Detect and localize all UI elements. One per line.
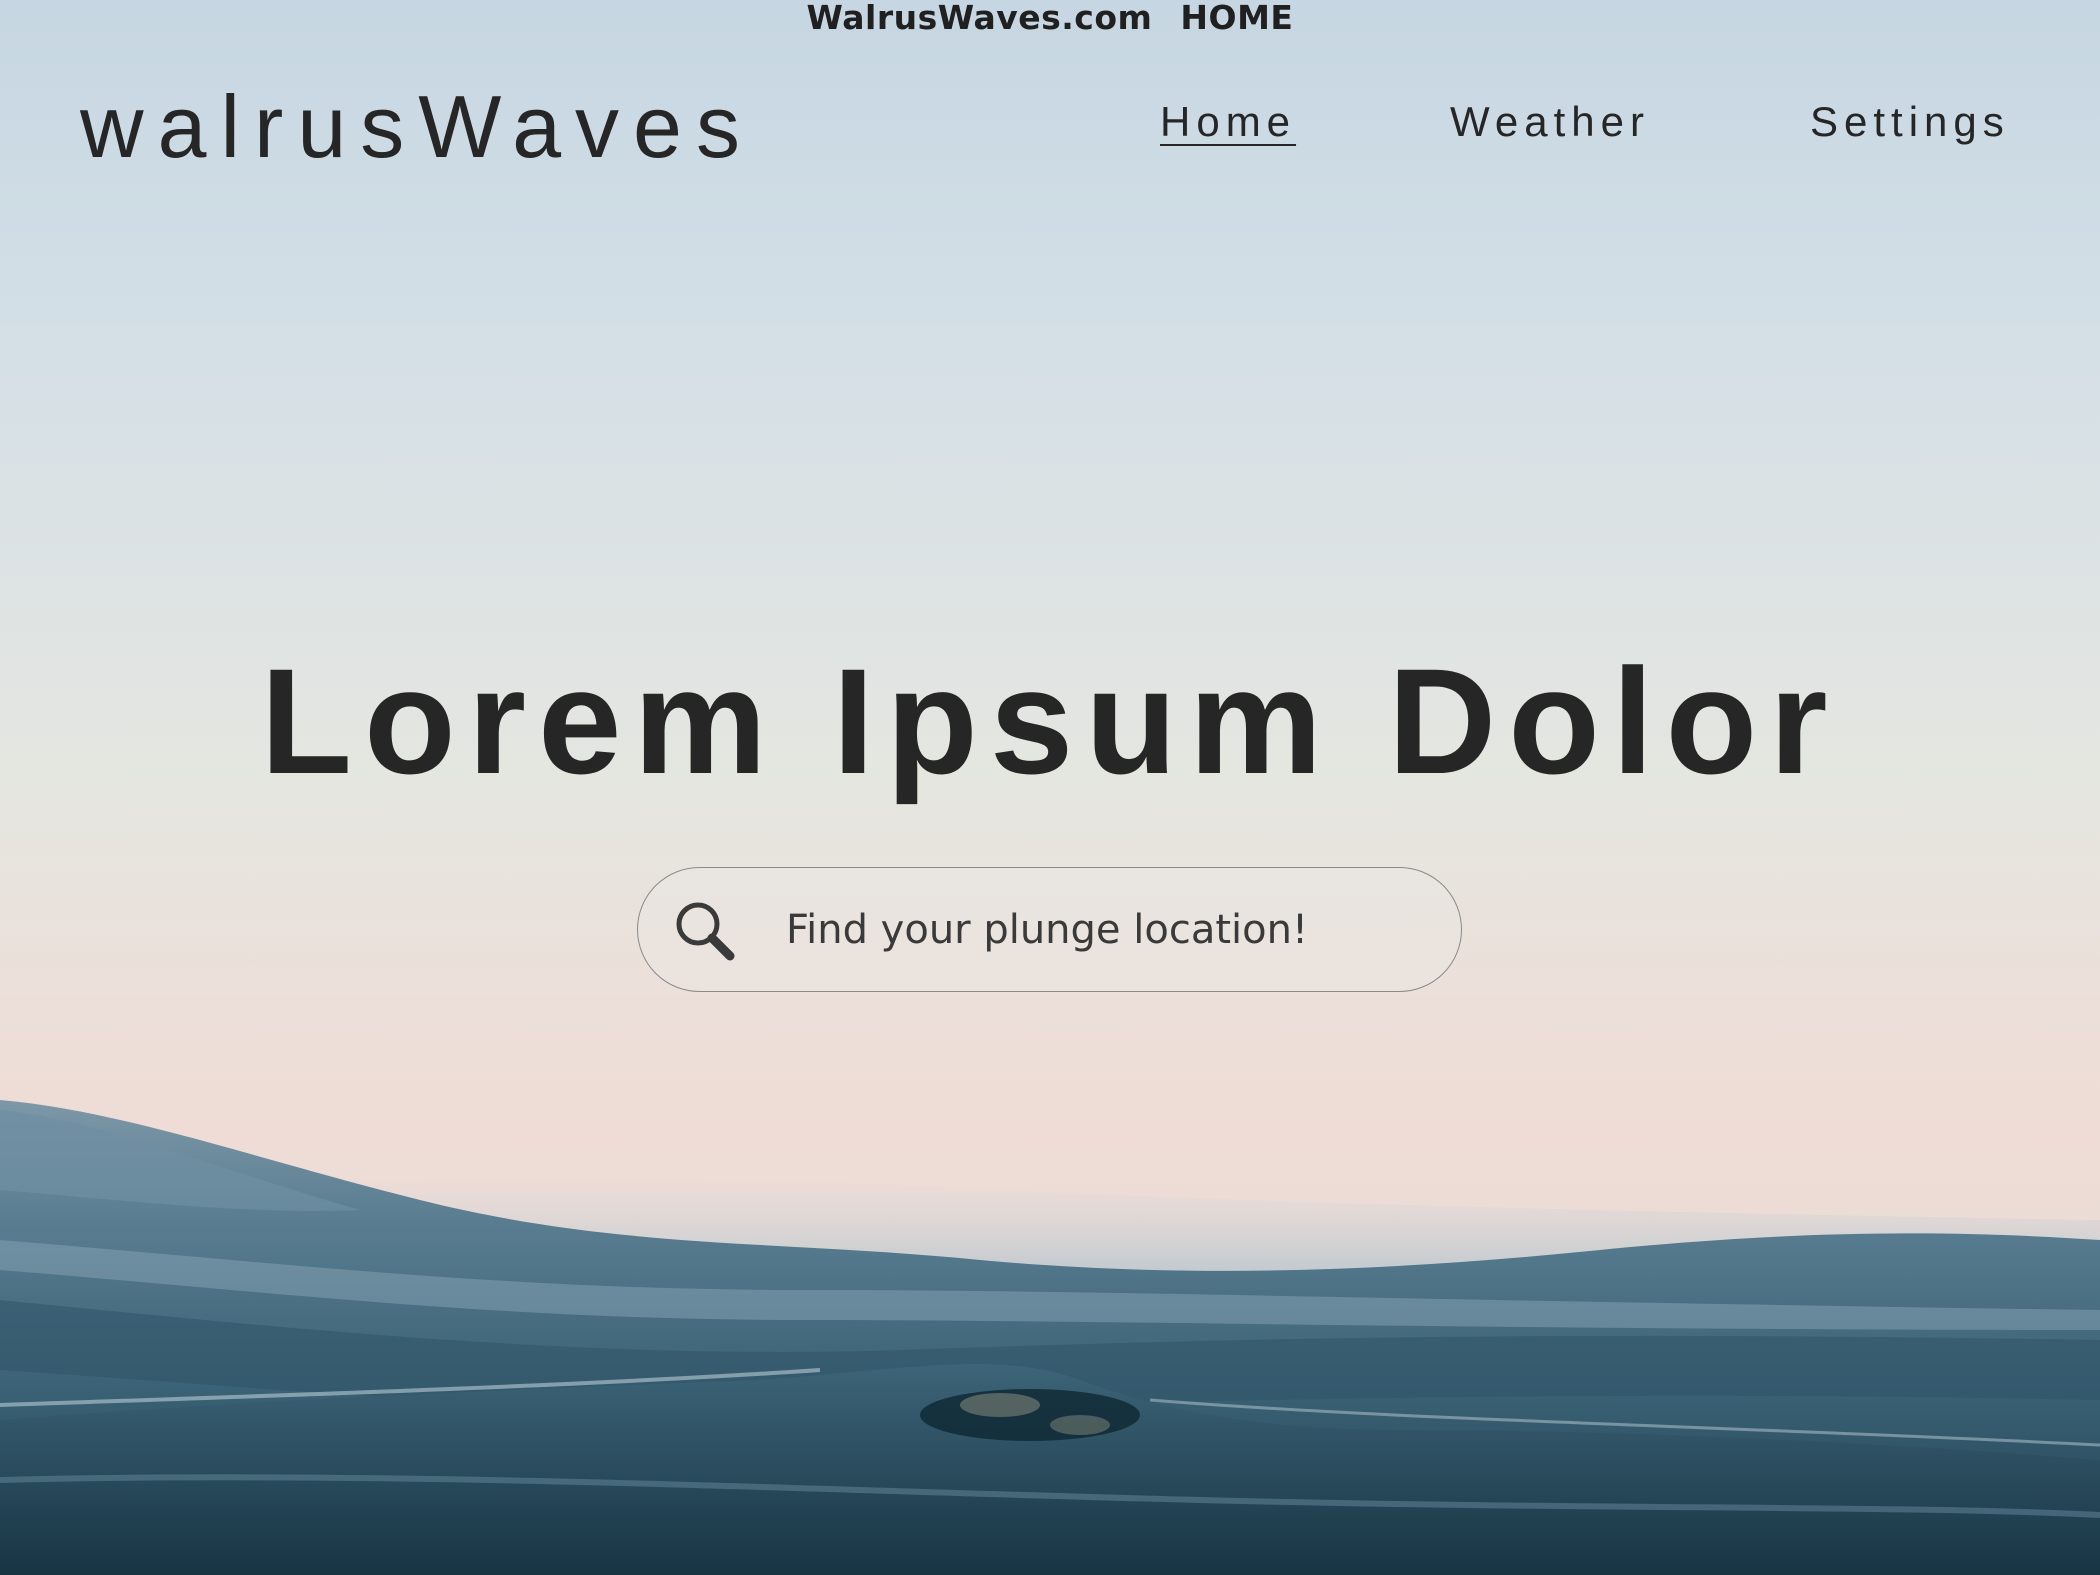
main-nav: Home Weather Settings bbox=[1160, 92, 2020, 152]
page: WalrusWaves.com HOME walrusWaves Home Wea… bbox=[0, 0, 2100, 1575]
nav-weather-link[interactable]: Weather bbox=[1450, 92, 1650, 152]
browser-site-name: WalrusWaves.com bbox=[806, 0, 1153, 37]
site-logo[interactable]: walrusWaves bbox=[80, 72, 754, 182]
search-bar[interactable] bbox=[637, 867, 1462, 992]
search-icon[interactable] bbox=[672, 898, 738, 964]
hero-title: Lorem Ipsum Dolor bbox=[260, 636, 1840, 805]
search-input[interactable] bbox=[786, 894, 1426, 966]
browser-caption: WalrusWaves.com HOME bbox=[0, 0, 2100, 36]
browser-page-name: HOME bbox=[1180, 0, 1294, 37]
nav-home-link[interactable]: Home bbox=[1160, 92, 1296, 152]
nav-settings-link[interactable]: Settings bbox=[1810, 92, 2010, 152]
